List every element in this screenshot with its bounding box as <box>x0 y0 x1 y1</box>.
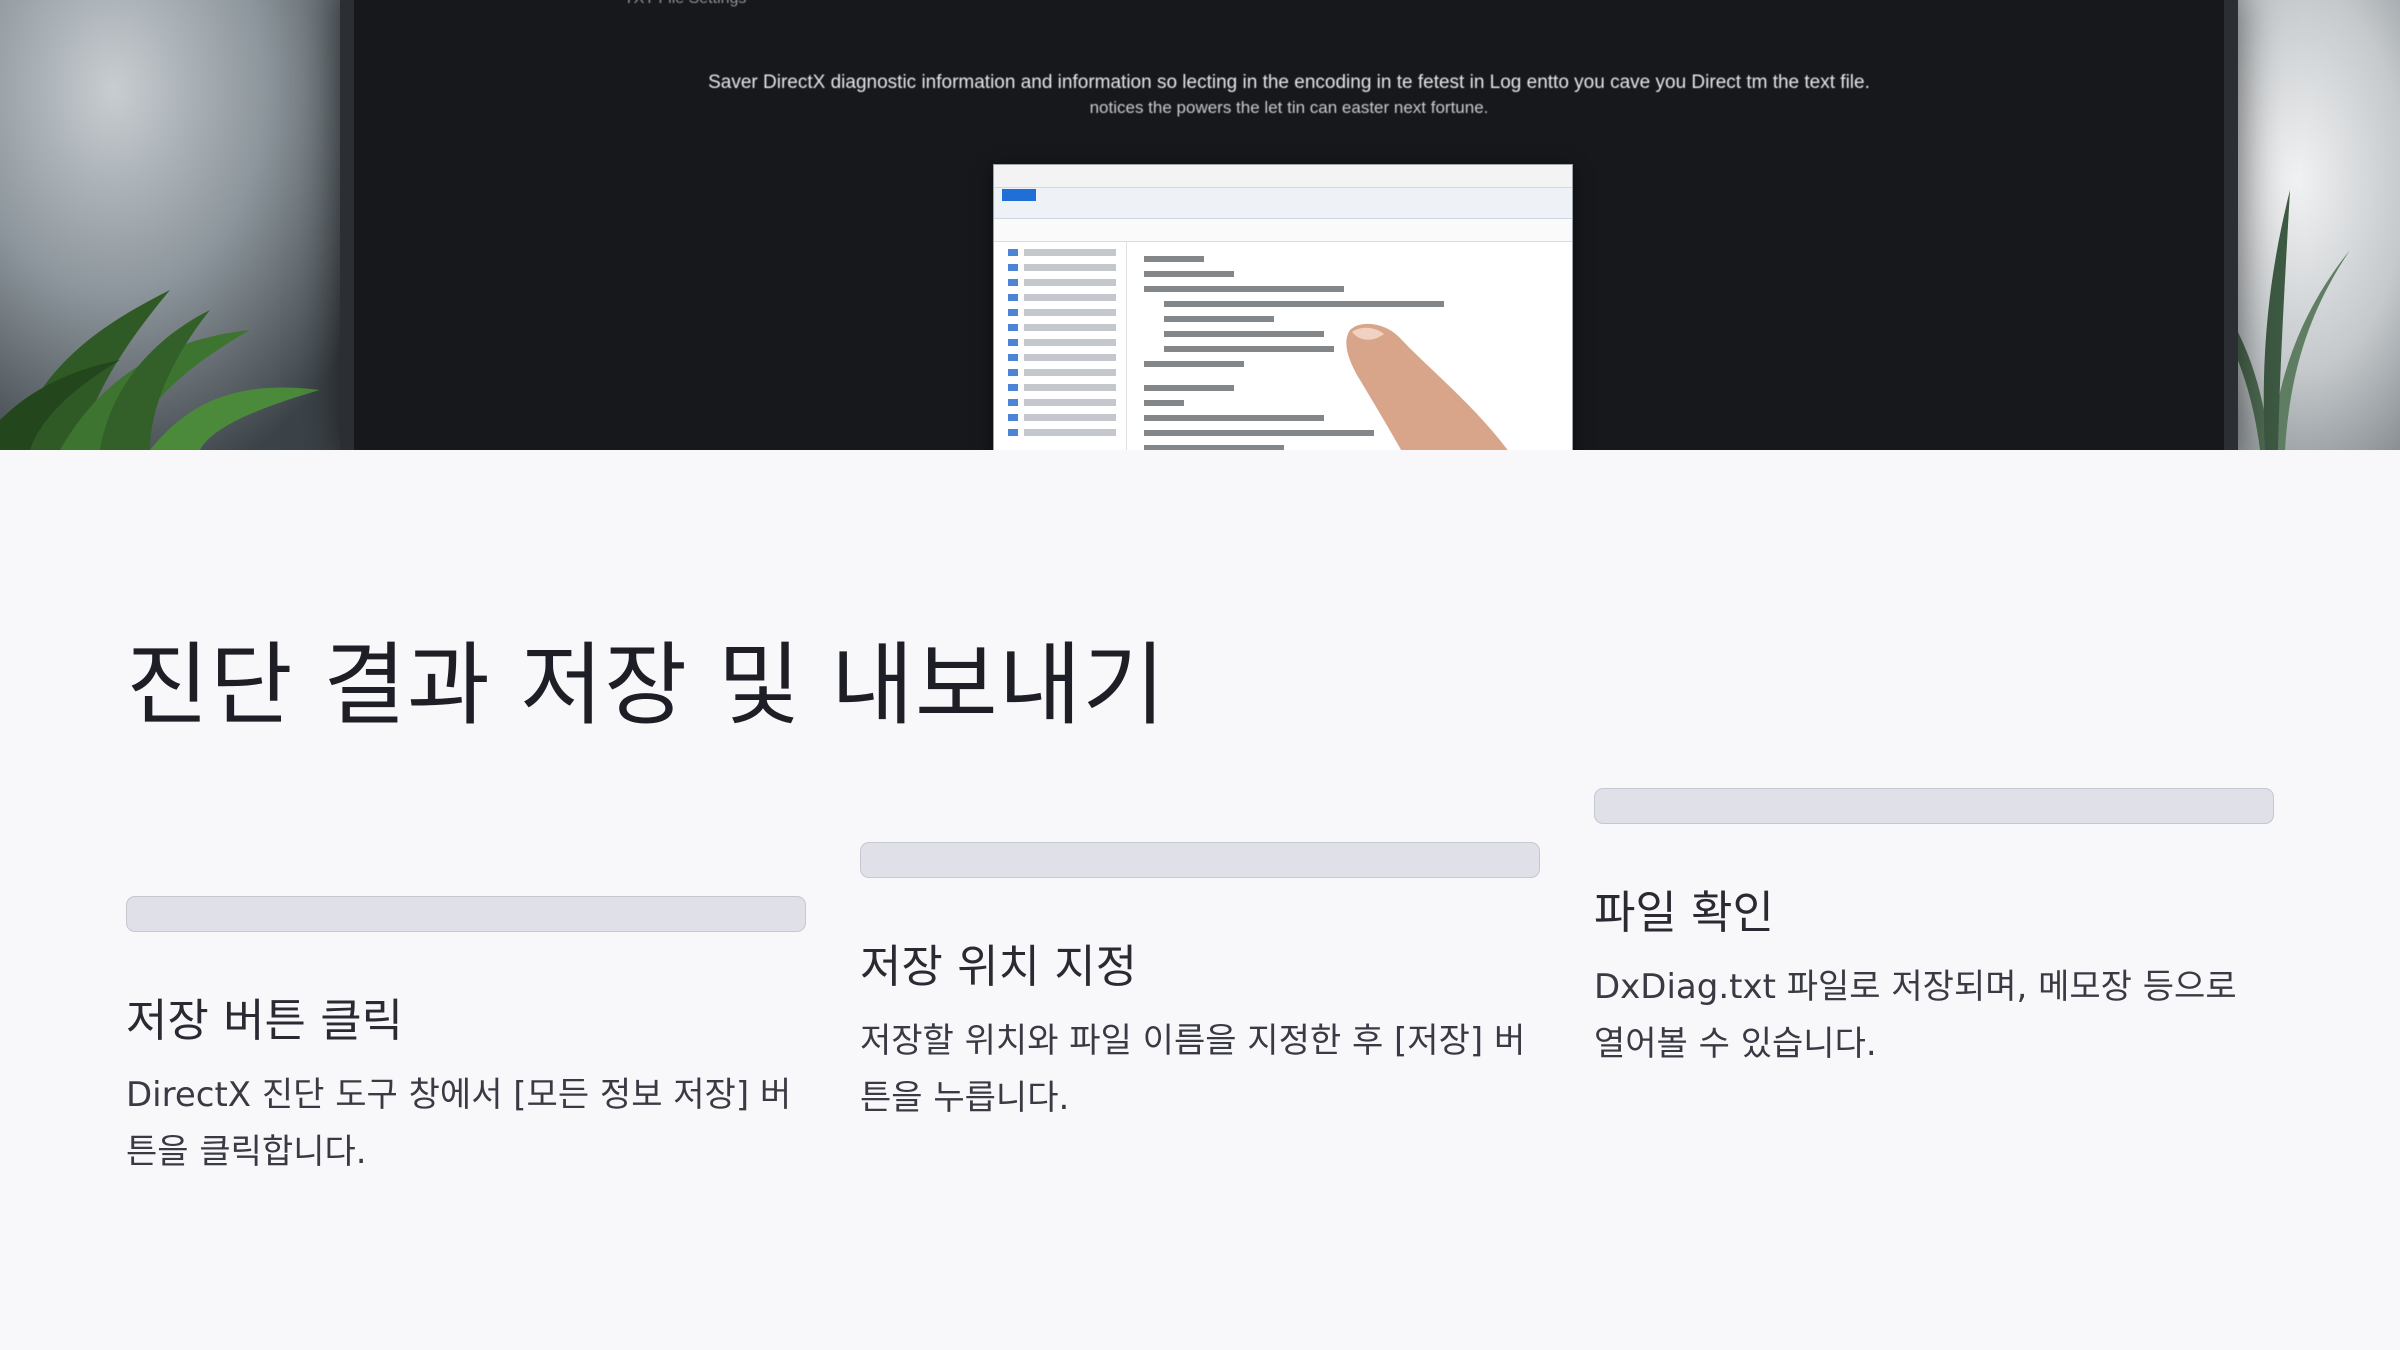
step-heading: 파일 확인 <box>1594 886 1774 939</box>
step-progress-bar <box>860 842 1540 878</box>
hero-photo: TXT File Settings Saver DirectX diagnost… <box>0 0 2400 450</box>
step-progress-bar <box>126 896 806 932</box>
step-heading: 저장 위치 지정 <box>860 940 1138 993</box>
explorer-ribbon <box>994 188 1572 219</box>
plant-left-icon <box>0 290 320 450</box>
explorer-nav-pane <box>994 241 1127 450</box>
explorer-file-tab <box>1002 189 1036 201</box>
step-description: DxDiag.txt 파일로 저장되며, 메모장 등으로 열어볼 수 있습니다. <box>1594 967 2237 1064</box>
step-card-save-location: 저장 위치 지정 저장할 위치와 파일 이름을 지정한 후 [저장] 버튼을 누… <box>860 842 1540 1127</box>
monitor-top-text: TXT File Settings <box>354 0 2400 8</box>
step-progress-bar <box>1594 788 2274 824</box>
step-description: 저장할 위치와 파일 이름을 지정한 후 [저장] 버튼을 누릅니다. <box>860 1021 1526 1118</box>
step-description: DirectX 진단 도구 창에서 [모든 정보 저장] 버튼을 클릭합니다. <box>126 1075 792 1172</box>
explorer-address-bar <box>994 219 1572 242</box>
page-title: 진단 결과 저장 및 내보내기 <box>126 633 1167 738</box>
monitor-text-line-1: Saver DirectX diagnostic information and… <box>708 72 1870 93</box>
step-card-save-button: 저장 버튼 클릭 DirectX 진단 도구 창에서 [모든 정보 저장] 버튼… <box>126 896 806 1181</box>
pointing-finger-icon <box>1346 323 1508 450</box>
explorer-titlebar <box>994 165 1572 188</box>
step-heading: 저장 버튼 클릭 <box>126 994 404 1047</box>
step-card-file-check: 파일 확인 DxDiag.txt 파일로 저장되며, 메모장 등으로 열어볼 수… <box>1594 788 2274 1073</box>
monitor-text-line-2: notices the powers the let tin can easte… <box>1089 98 1489 117</box>
